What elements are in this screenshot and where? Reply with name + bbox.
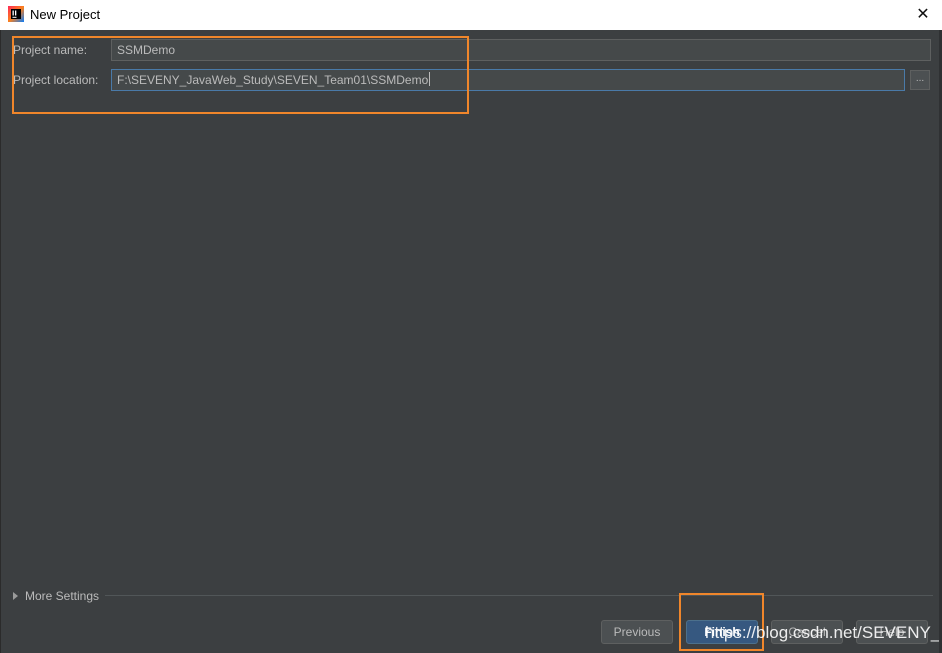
close-icon[interactable]: ✕ bbox=[912, 4, 934, 26]
project-location-field[interactable]: F:\SEVENY_JavaWeb_Study\SEVEN_Team01\SSM… bbox=[111, 69, 905, 91]
intellij-idea-icon bbox=[8, 6, 24, 22]
dialog-content: Project name: SSMDemo Project location: … bbox=[0, 30, 942, 653]
project-location-label: Project location: bbox=[13, 73, 99, 87]
triangle-right-icon bbox=[13, 592, 18, 600]
watermark-text: https://blog.csdn.net/SEVENY_ bbox=[705, 623, 941, 642]
window-title: New Project bbox=[30, 7, 101, 22]
more-settings-toggle[interactable]: More Settings bbox=[13, 587, 99, 605]
text-caret bbox=[429, 72, 431, 86]
separator bbox=[105, 595, 933, 596]
more-settings-label: More Settings bbox=[25, 589, 100, 603]
project-name-label: Project name: bbox=[13, 43, 88, 57]
project-name-value: SSMDemo bbox=[117, 43, 176, 57]
project-name-field[interactable]: SSMDemo bbox=[111, 39, 931, 61]
previous-button[interactable]: Previous bbox=[601, 620, 673, 644]
project-location-value: F:\SEVENY_JavaWeb_Study\SEVEN_Team01\SSM… bbox=[117, 73, 429, 87]
browse-button[interactable]: ... bbox=[910, 70, 930, 90]
title-bar: New Project ✕ bbox=[0, 0, 942, 30]
